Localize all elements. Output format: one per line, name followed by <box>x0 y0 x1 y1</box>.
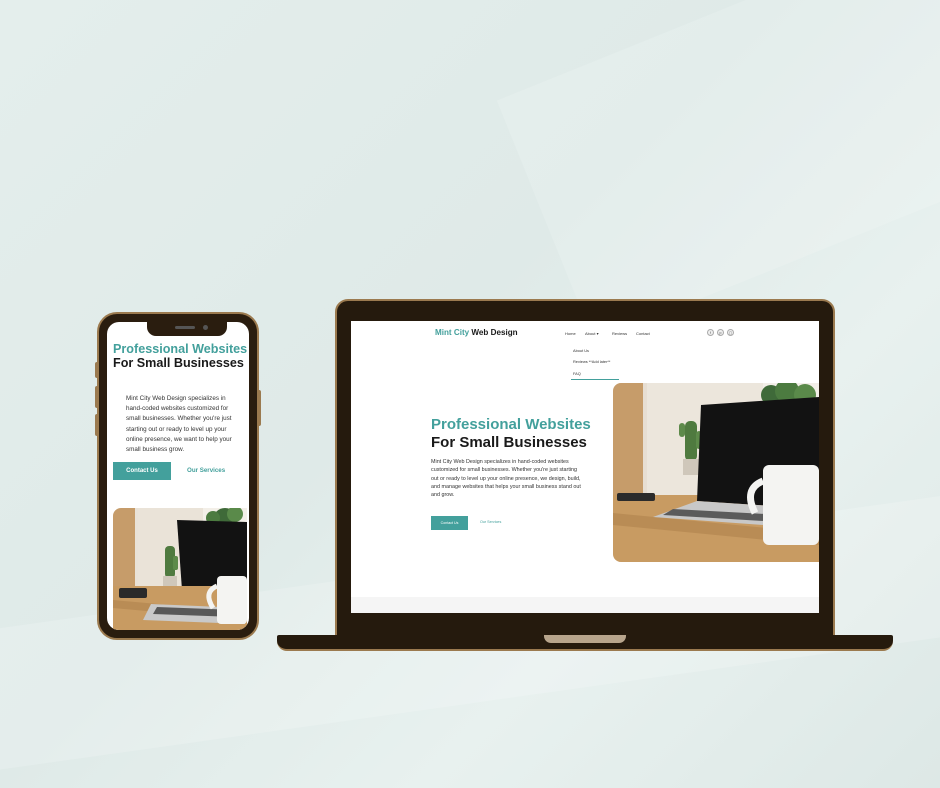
mobile-services-link[interactable]: Our Services <box>187 467 225 474</box>
phone-speaker <box>175 326 195 329</box>
nav-about[interactable]: About ▾ <box>585 331 599 336</box>
phone-mockup: Professional Websites For Small Business… <box>95 312 261 640</box>
nav-home[interactable]: Home <box>565 331 576 336</box>
mobile-hero-image <box>113 508 247 630</box>
mobile-hero-description: Mint City Web Design specializes in hand… <box>126 395 232 454</box>
laptop-screen: Mint City Web Design Home About ▾ Review… <box>351 321 819 613</box>
chevron-down-icon: ▾ <box>596 331 599 336</box>
phone-screen: Professional Websites For Small Business… <box>107 322 249 630</box>
mobile-contact-button[interactable]: Contact Us <box>113 462 171 480</box>
nav-reviews[interactable]: Reviews <box>612 331 627 336</box>
logo-text-accent: Mint City <box>435 328 470 337</box>
dropdown-item-about-us[interactable]: About Us <box>573 348 589 353</box>
hero-image <box>613 383 819 562</box>
contact-us-button[interactable]: Contact Us <box>431 516 468 530</box>
hero-title-line2: For Small Businesses <box>431 434 587 451</box>
phone-side-button <box>95 414 99 436</box>
dropdown-item-reviews[interactable]: Reviews **Add later** <box>573 359 610 364</box>
dropdown-active-underline <box>571 379 619 380</box>
dropdown-item-faq[interactable]: FAQ <box>573 371 581 376</box>
mobile-hero-title-line1: Professional Websites <box>113 342 248 356</box>
phone-side-button <box>95 386 99 408</box>
phone-power-button <box>257 390 261 426</box>
logo-text-dark: Web Design <box>471 328 518 337</box>
mobile-hero-title-line2: For Small Businesses <box>113 356 244 370</box>
phone-camera <box>203 325 208 330</box>
instagram-icon[interactable]: ▢ <box>727 329 734 336</box>
our-services-link[interactable]: Our Services <box>480 520 501 524</box>
facebook-icon[interactable]: f <box>707 329 714 336</box>
about-dropdown-menu: About Us Reviews **Add later** FAQ <box>571 346 619 380</box>
phone-side-button <box>95 362 99 378</box>
background-light-streak <box>496 0 940 342</box>
nav-contact[interactable]: Contact <box>636 331 650 336</box>
laptop-opening-notch <box>544 635 626 643</box>
nav-about-label: About <box>585 331 596 336</box>
hero-description: Mint City Web Design specializes in hand… <box>431 459 581 499</box>
pinterest-icon[interactable]: p <box>717 329 724 336</box>
page-footer-band <box>351 597 819 613</box>
phone-notch <box>147 322 227 336</box>
hero-title-line1: Professional Websites <box>431 416 591 433</box>
site-logo[interactable]: Mint City Web Design <box>435 328 518 337</box>
